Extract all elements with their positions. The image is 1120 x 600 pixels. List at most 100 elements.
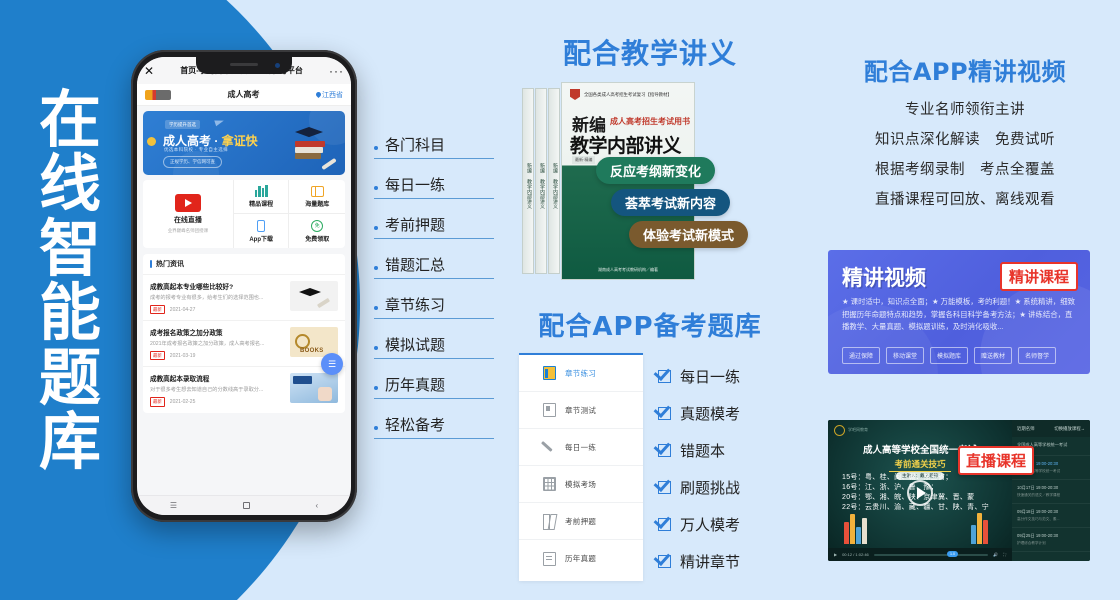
promo-tag[interactable]: 移动课堂 <box>886 347 925 364</box>
phone-screen: ✕ 首页-学习网站江谈论在线学习平台 ··· 成人高考 江西省 学历提升首选 成… <box>137 57 351 515</box>
checklist-item: 真题模考 <box>658 395 740 432</box>
news-badge: 最新 <box>150 397 165 407</box>
promo-tag[interactable]: 模拟题库 <box>930 347 969 364</box>
playlist-row[interactable]: 09月18日 19:00-20:30 高分作文技巧与范文、素... <box>1012 504 1090 528</box>
app-menu-item-mock-exam[interactable]: 模拟考场 <box>519 466 643 503</box>
news-item[interactable]: 成教高起本专业哪些比较好? 成考的报考专业有很多，给考生们的选择范围也... 最… <box>143 274 345 320</box>
quick-action-question-bank[interactable]: 海量题库 <box>289 180 345 214</box>
promo-tag[interactable]: 名师督学 <box>1018 347 1057 364</box>
app-menu-item-daily-practice[interactable]: 每日一练 <box>519 429 643 466</box>
video-progress-track[interactable]: 1.0 <box>873 550 989 557</box>
back-chevron-icon[interactable]: ‹ <box>315 501 318 510</box>
promo-card-video-course[interactable]: 精讲视频 精讲课程 ★ 课时适中，知识点全面；★ 万能模板，考的利题！★ 系统精… <box>828 250 1090 374</box>
feature-pill-brown: 体验考试新模式 <box>629 221 749 248</box>
app-menu-item-prediction[interactable]: 考前押题 <box>519 503 643 540</box>
video-feature-line: 专业名师领衔主讲 <box>905 102 1025 118</box>
home-square-icon[interactable] <box>242 502 250 509</box>
video-control-bar[interactable]: ▶ 00:12 / 1:02:46 1.0 🔊 ⛶ <box>828 548 1012 561</box>
news-thumbnail <box>290 373 338 404</box>
promo-tag[interactable]: 通过保障 <box>842 347 881 364</box>
promo-tag[interactable]: 赠送教材 <box>974 347 1013 364</box>
emblem-icon <box>570 89 580 100</box>
news-desc: 对于很多考生想去知道自己的分数线高于录取分... <box>150 387 264 394</box>
volume-icon[interactable]: 🔊 <box>993 552 998 557</box>
news-title: 成教高起本录取流程 <box>150 376 210 384</box>
checklist-label: 精讲章节 <box>680 553 741 571</box>
quick-action-free-gift[interactable]: 免 免费领取 <box>289 214 345 248</box>
checklist-item: 精讲章节 <box>658 543 740 580</box>
bullet-item: 章节练习 <box>374 294 494 319</box>
quick-action-label: 精品课程 <box>249 202 274 208</box>
checkmark-icon <box>658 444 671 457</box>
front-camera-icon <box>275 63 280 68</box>
quick-action-label: App下载 <box>249 236 273 243</box>
banner-decor-dot <box>147 137 156 146</box>
app-menu-label: 章节练习 <box>565 368 597 378</box>
playlist-row[interactable]: 10月17日 19:00-20:30 快速通关的语文／教学课程 <box>1012 480 1090 504</box>
checklist-label: 刷题挑战 <box>680 479 741 497</box>
bullet-dot-icon <box>374 226 378 230</box>
books-prediction-icon <box>543 514 556 530</box>
banner-tag: 学历提升首选 <box>165 120 200 129</box>
quick-action-label: 免费领取 <box>305 236 330 243</box>
video-speed-badge[interactable]: 1.0 <box>947 550 958 557</box>
news-badge: 最新 <box>150 351 165 361</box>
news-date: 2021-03-19 <box>169 352 196 359</box>
diploma-scroll-icon <box>321 157 337 171</box>
news-item[interactable]: 成考报名政策之加分政策 2021年成考报名政策之加分政策，成人高考报名... 最… <box>143 320 345 366</box>
app-menu-label: 模拟考场 <box>565 479 597 489</box>
menu-list-icon[interactable]: ☰ <box>321 353 343 375</box>
close-icon[interactable]: ✕ <box>144 65 154 77</box>
book-cover-toplines: 全国各类成人高考招生考试复习【指导教材】 <box>570 89 686 100</box>
more-dots-icon[interactable]: ··· <box>329 65 344 77</box>
news-desc: 成考的报考专业有很多，给考生们的选择范围也... <box>150 295 264 301</box>
promo-banner[interactable]: 学历提升首选 成人高考 · 拿证快 优选本科院校 · 专业自主选择 正规学历、学… <box>143 111 345 175</box>
banner-cta-button[interactable]: 正规学历、学信网可查 <box>163 156 222 168</box>
quick-action-live[interactable]: 在线直播 业界巅峰名师团授课 <box>143 180 234 248</box>
news-thumbnail <box>290 281 338 311</box>
playlist-row-desc: 快速通关的语文／教学课程 <box>1017 493 1061 497</box>
play-button-icon[interactable] <box>907 480 933 507</box>
news-section-header: 热门资讯 <box>143 254 345 274</box>
title-char: 库 <box>38 405 101 479</box>
checklist-item: 万人模考 <box>658 506 740 543</box>
app-menu-item-past-papers[interactable]: 历年真题 <box>519 540 643 577</box>
app-menu-item-chapter-test[interactable]: 章节测试 <box>519 392 643 429</box>
news-item[interactable]: 成教高起本录取流程 对于很多考生想去知道自己的分数线高于录取分... 最新 20… <box>143 366 345 412</box>
bullet-item: 每日一练 <box>374 174 494 199</box>
book-cover-small-tag: 最新·精编 <box>572 156 596 164</box>
playlist-row[interactable]: 09月25日 19:00-20:30 护理综合教学计划 <box>1012 528 1090 552</box>
promo-card-body: ★ 课时适中，知识点全面；★ 万能模板，考的利题！★ 系统精讲，细致把握历年命题… <box>842 297 1075 332</box>
bullet-label: 轻松备考 <box>385 416 446 434</box>
menu-icon[interactable]: ☰ <box>170 501 177 510</box>
news-meta: 最新 2021-04-27 <box>150 305 284 315</box>
title-char: 能 <box>38 276 101 350</box>
playlist-header: 近期名师 切换播放课程→ <box>1012 420 1090 437</box>
question-bank-icon <box>310 185 324 197</box>
video-player-area[interactable]: 学吧网教育 成人高等学校全国统一考试 考前通关技巧 主讲人：戴文老师 15号：粤… <box>828 420 1012 561</box>
quick-action-courses[interactable]: 精品课程 <box>233 180 290 214</box>
bullet-dot-icon <box>374 186 378 190</box>
fullscreen-icon[interactable]: ⛶ <box>1003 552 1006 557</box>
phone-notch <box>196 57 292 74</box>
region-selector[interactable]: 江西省 <box>314 90 343 100</box>
book-cover-footer: 湖南成人高考考试教研机构／编著 <box>598 267 658 272</box>
book-spine: 新编 教学内部讲义 <box>548 88 560 274</box>
app-menu-label: 章节测试 <box>565 405 597 415</box>
news-badge: 最新 <box>150 305 165 315</box>
bullet-label: 错题汇总 <box>385 256 446 274</box>
news-header-label: 热门资讯 <box>156 261 184 268</box>
android-nav-bar: ☰ ‹ <box>137 495 351 515</box>
feature-bullet-list: 各门科目 每日一练 考前押题 错题汇总 章节练习 模拟试题 历年真题 轻松备考 <box>374 134 494 454</box>
bullet-label: 模拟试题 <box>385 336 446 354</box>
bullet-label: 章节练习 <box>385 296 446 314</box>
app-menu-label: 考前押题 <box>565 516 597 526</box>
live-course-video-card[interactable]: 学吧网教育 成人高等学校全国统一考试 考前通关技巧 主讲人：戴文老师 15号：粤… <box>828 420 1090 561</box>
play-small-icon[interactable]: ▶ <box>834 552 837 557</box>
playlist-more-link[interactable]: 切换播放课程→ <box>1054 426 1085 432</box>
video-feature-line: 知识点深化解读 免费试听 <box>875 132 1055 148</box>
app-menu-item-chapter-practice[interactable]: 章节练习 <box>519 355 643 392</box>
quick-action-app-download[interactable]: App下载 <box>234 214 290 248</box>
checklist-item: 刷题挑战 <box>658 469 740 506</box>
section-heading-video: 配合APP精讲视频 <box>863 58 1067 86</box>
